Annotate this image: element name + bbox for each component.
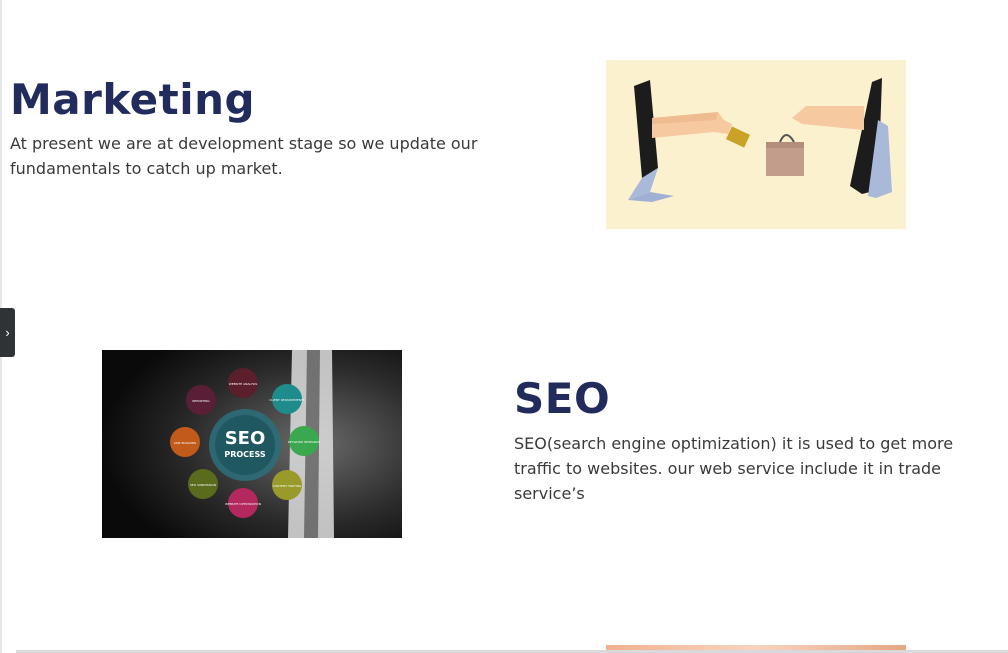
bubble-label-2: CLIENT REQUIREMENTS	[269, 398, 305, 402]
seo-title: SEO	[514, 374, 611, 423]
sidebar-toggle-button[interactable]: ›	[0, 308, 15, 357]
seo-description: SEO(search engine optimization) it is us…	[514, 434, 954, 503]
seo-center-label: SEO	[225, 428, 266, 449]
bubble-label-3: KEYWORD RESEARCH	[288, 440, 321, 444]
seo-center-sublabel: PROCESS	[224, 450, 266, 459]
bubble-label-5: WEBSITE OPTIMIZATION	[225, 502, 261, 506]
marketing-illustration	[606, 60, 906, 229]
marketing-title: Marketing	[10, 75, 256, 124]
bubble-label-8: REPORTING	[192, 399, 210, 403]
chevron-right-icon: ›	[5, 325, 10, 340]
bubble-label-7: LINK BUILDING	[174, 441, 197, 445]
seo-process-image: SEO PROCESS WEBSITE ANALYSIS CLIENT REQU…	[102, 350, 402, 538]
bubble-label-1: WEBSITE ANALYSIS	[229, 382, 258, 386]
marketing-description: At present we are at development stage s…	[10, 134, 478, 178]
bubble-label-4: CONTENT WRITING	[273, 484, 302, 488]
bubble-label-6: SEO SUBMISSION	[190, 483, 216, 487]
